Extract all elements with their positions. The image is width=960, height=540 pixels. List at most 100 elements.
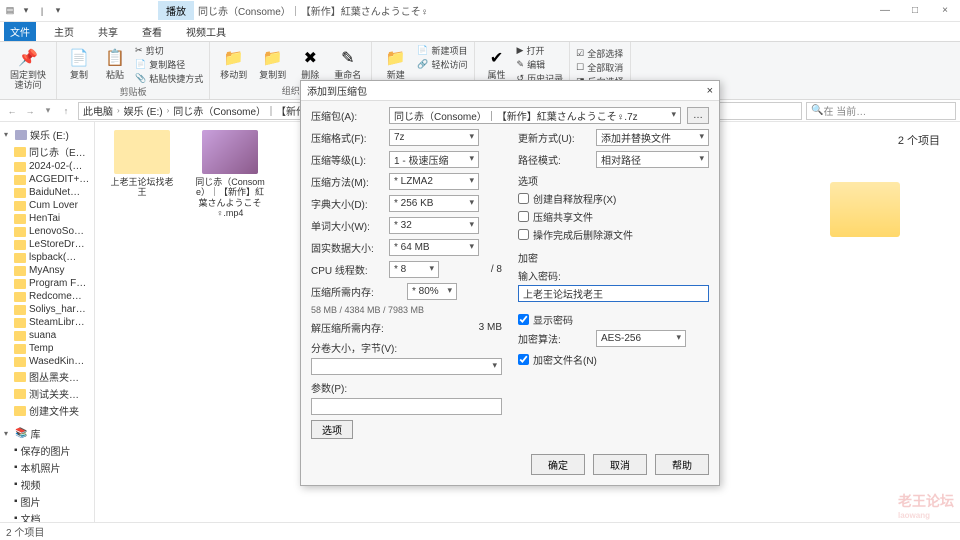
- split-label: 分卷大小，字节(V):: [311, 340, 502, 355]
- password-input[interactable]: 上老王论坛找老王: [518, 285, 709, 302]
- up-button[interactable]: ↑: [58, 103, 74, 119]
- sidebar-folder[interactable]: HenTai: [2, 212, 92, 225]
- rename-button[interactable]: ✎重命名: [330, 44, 365, 83]
- paste-button[interactable]: 📋粘贴: [99, 44, 131, 83]
- tab-view[interactable]: 查看: [136, 22, 168, 41]
- sidebar-folder[interactable]: 2024-02-(…: [2, 160, 92, 173]
- drive-icon: [15, 130, 27, 140]
- sidebar-folder[interactable]: MyAnsy: [2, 264, 92, 277]
- dict-combo[interactable]: * 256 KB: [389, 195, 479, 212]
- folder-icon: 📁: [384, 46, 408, 70]
- minimize-button[interactable]: —: [870, 0, 900, 22]
- sidebar-folder[interactable]: BaiduNet…: [2, 186, 92, 199]
- selectall-icon: ☑: [576, 48, 584, 59]
- browse-button[interactable]: …: [687, 107, 709, 124]
- sidebar-folder[interactable]: suana: [2, 329, 92, 342]
- properties-button[interactable]: ✔属性: [481, 44, 513, 83]
- options-button[interactable]: 选项: [311, 420, 353, 439]
- sidebar-folder[interactable]: 测试关夹…: [2, 385, 92, 402]
- solid-combo[interactable]: * 64 MB: [389, 239, 479, 256]
- titlebar: ▤ ▾ | ▾ 播放 同じ赤（Consome）｜【新作】紅葉さんようこそ♀ — …: [0, 0, 960, 22]
- ok-button[interactable]: 确定: [531, 454, 585, 475]
- move-to-button[interactable]: 📁移动到: [216, 44, 251, 83]
- cut-button[interactable]: ✂剪切: [135, 44, 203, 57]
- crumb[interactable]: 此电脑: [83, 103, 113, 118]
- sidebar-libraries[interactable]: ▾📚库: [2, 425, 92, 442]
- forward-button[interactable]: →: [22, 103, 38, 119]
- sidebar-folder[interactable]: lspback(…: [2, 251, 92, 264]
- sidebar-library[interactable]: ▪本机照片: [2, 459, 92, 476]
- level-combo[interactable]: 1 - 极速压缩: [389, 151, 479, 168]
- paste-shortcut-button[interactable]: 📎粘贴快捷方式: [135, 72, 203, 85]
- sfx-checkbox[interactable]: 创建自释放程序(X): [518, 191, 709, 206]
- sidebar-folder[interactable]: 同じ赤（E…: [2, 143, 92, 160]
- easy-access-button[interactable]: 🔗轻松访问: [417, 58, 467, 71]
- sidebar-library[interactable]: ▪视频: [2, 476, 92, 493]
- show-password-checkbox[interactable]: 显示密码: [518, 312, 709, 327]
- sidebar-folder[interactable]: WasedKin…: [2, 355, 92, 368]
- format-combo[interactable]: 7z: [389, 129, 479, 146]
- params-input[interactable]: [311, 398, 502, 415]
- mem-percent-combo[interactable]: * 80%: [407, 283, 457, 300]
- help-button[interactable]: 帮助: [655, 454, 709, 475]
- new-item-button[interactable]: 📄新建项目: [417, 44, 467, 57]
- encrypt-names-checkbox[interactable]: 加密文件名(N): [518, 352, 709, 367]
- maximize-button[interactable]: □: [900, 0, 930, 22]
- sidebar-folder[interactable]: 图丛黑夹…: [2, 368, 92, 385]
- edit-button[interactable]: ✎编辑: [517, 58, 564, 71]
- qa-icon[interactable]: ▾: [20, 5, 32, 17]
- library-icon: ▪: [14, 479, 18, 490]
- tab-video-tools[interactable]: 视频工具: [180, 22, 232, 41]
- enc-method-combo[interactable]: AES-256: [596, 330, 686, 347]
- sidebar-library[interactable]: ▪图片: [2, 493, 92, 510]
- qa-icon[interactable]: ▤: [4, 5, 16, 17]
- video-item[interactable]: 同じ赤（Consome）｜【新作】紅葉さんようこそ♀.mp4: [195, 130, 265, 218]
- word-combo[interactable]: * 32: [389, 217, 479, 234]
- sidebar-folder[interactable]: Program F…: [2, 277, 92, 290]
- open-button[interactable]: ▶打开: [517, 44, 564, 57]
- split-combo[interactable]: [311, 358, 502, 375]
- qa-icon[interactable]: ▾: [52, 5, 64, 17]
- cancel-button[interactable]: 取消: [593, 454, 647, 475]
- tab-share[interactable]: 共享: [92, 22, 124, 41]
- close-button[interactable]: ×: [930, 0, 960, 22]
- back-button[interactable]: ←: [4, 103, 20, 119]
- method-combo[interactable]: * LZMA2: [389, 173, 479, 190]
- cpu-combo[interactable]: * 8: [389, 261, 439, 278]
- sidebar-folder[interactable]: Cum Lover: [2, 199, 92, 212]
- pin-quick-access-button[interactable]: 📌 固定到快 速访问: [6, 44, 50, 93]
- dialog-title: 添加到压缩包: [307, 83, 367, 98]
- sidebar-folder[interactable]: Redcome…: [2, 290, 92, 303]
- delete-button[interactable]: ✖删除: [294, 44, 326, 83]
- folder-icon: [14, 331, 26, 341]
- tab-file[interactable]: 文件: [4, 22, 36, 41]
- sidebar-folder[interactable]: SteamLibr…: [2, 316, 92, 329]
- delete-after-checkbox[interactable]: 操作完成后删除源文件: [518, 227, 709, 242]
- sidebar-library[interactable]: ▪保存的图片: [2, 442, 92, 459]
- path-combo[interactable]: 相对路径: [596, 151, 709, 168]
- sidebar-folder[interactable]: LeStoreDr…: [2, 238, 92, 251]
- update-combo[interactable]: 添加并替换文件: [596, 129, 709, 146]
- select-none-button[interactable]: ☐全部取消: [576, 61, 624, 74]
- archive-path-input[interactable]: 同じ赤（Consome）｜【新作】紅葉さんようこそ♀.7z: [389, 107, 681, 124]
- sidebar-folder[interactable]: ACGEDIT+…: [2, 173, 92, 186]
- shared-checkbox[interactable]: 压缩共享文件: [518, 209, 709, 224]
- dialog-close-button[interactable]: ×: [707, 85, 713, 97]
- copy-to-button[interactable]: 📁复制到: [255, 44, 290, 83]
- recent-button[interactable]: ▾: [40, 103, 56, 119]
- archive-dialog: 添加到压缩包 × 压缩包(A): 同じ赤（Consome）｜【新作】紅葉さんよう…: [300, 80, 720, 486]
- copy-path-button[interactable]: 📄复制路径: [135, 58, 203, 71]
- sidebar-drive[interactable]: ▾娱乐 (E:): [2, 126, 92, 143]
- sidebar-library[interactable]: ▪文档: [2, 510, 92, 522]
- sidebar-folder[interactable]: Temp: [2, 342, 92, 355]
- window-buttons: — □ ×: [870, 0, 960, 22]
- sidebar-folder[interactable]: LenovoSo…: [2, 225, 92, 238]
- crumb[interactable]: 娱乐 (E:): [124, 103, 163, 118]
- tab-home[interactable]: 主页: [48, 22, 80, 41]
- sidebar-folder[interactable]: 创建文件夹: [2, 402, 92, 419]
- sidebar-folder[interactable]: Soliys_har…: [2, 303, 92, 316]
- copy-button[interactable]: 📄复制: [63, 44, 95, 83]
- select-all-button[interactable]: ☑全部选择: [576, 47, 624, 60]
- search-input[interactable]: 🔍 在 当前…: [806, 102, 956, 120]
- folder-item[interactable]: 上老王论坛找老王: [107, 130, 177, 218]
